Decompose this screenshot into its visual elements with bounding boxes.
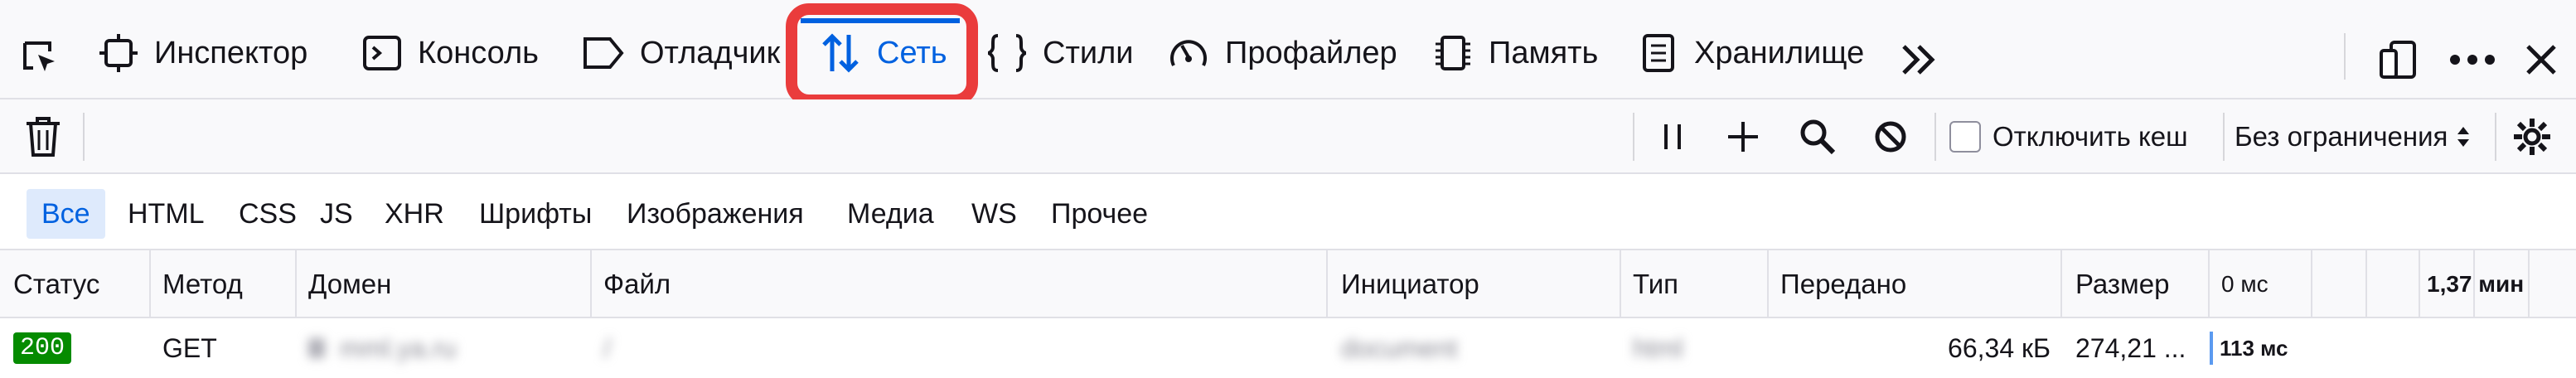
column-initiator[interactable]: Инициатор (1341, 250, 1479, 318)
more-tabs-chevron-icon[interactable] (1896, 36, 1943, 83)
throttling-value: Без ограничения (2235, 121, 2448, 152)
tab-inspector[interactable]: Инспектор (98, 23, 307, 83)
pause-icon[interactable] (1649, 113, 1696, 161)
divider (83, 113, 85, 161)
inspector-icon (99, 34, 138, 72)
tab-label: Стили (1043, 35, 1134, 70)
profiler-icon (1170, 40, 1207, 66)
lock-icon (308, 338, 325, 358)
dropdown-arrows-icon (2457, 127, 2470, 147)
column-file[interactable]: Файл (603, 250, 671, 318)
column-status[interactable]: Статус (13, 250, 99, 318)
filter-ws[interactable]: WS (956, 189, 1032, 239)
more-options-icon[interactable] (2445, 35, 2500, 85)
throttling-select[interactable]: Без ограничения (2235, 116, 2471, 158)
timeline-start-label: 0 мс (2221, 271, 2269, 297)
filter-media[interactable]: Медиа (832, 189, 949, 239)
filter-xhr[interactable]: XHR (370, 189, 459, 239)
tab-memory[interactable]: Память (1432, 23, 1598, 83)
status-cell: 200 (13, 318, 72, 378)
devtools-tab-bar: Инспектор Консоль Отладчик Сеть Стили Пр… (0, 0, 2576, 106)
style-editor-icon (987, 34, 1027, 72)
tab-label: Профайлер (1225, 35, 1397, 70)
console-icon (363, 36, 401, 70)
tab-console[interactable]: Консоль (361, 23, 539, 83)
dock-side-icon[interactable] (2374, 35, 2423, 85)
tab-style-editor[interactable]: Стили (986, 23, 1133, 83)
memory-icon (1436, 36, 1470, 70)
divider (2344, 33, 2346, 80)
tab-profiler[interactable]: Профайлер (1167, 23, 1397, 83)
disable-cache-toggle[interactable]: Отключить кеш (1949, 116, 2188, 158)
tab-debugger[interactable]: Отладчик (582, 23, 780, 83)
timing-label: 113 мс (2220, 335, 2288, 361)
tab-label: Инспектор (154, 35, 308, 70)
method-cell: GET (162, 332, 217, 363)
tab-label: Отладчик (640, 35, 781, 70)
network-tab-highlight (786, 3, 978, 106)
close-icon[interactable] (2516, 35, 2566, 85)
domain-text: mml.ya.ru (340, 332, 457, 363)
column-type[interactable]: Тип (1633, 250, 1678, 318)
divider (2495, 113, 2496, 161)
column-transferred[interactable]: Передано (1780, 250, 1906, 318)
domain-cell: mml.ya.ru (308, 318, 456, 378)
add-request-plus-icon[interactable] (1719, 113, 1767, 161)
disable-cache-label: Отключить кеш (1993, 121, 2188, 152)
column-domain[interactable]: Домен (308, 250, 391, 318)
filter-css[interactable]: CSS (224, 189, 312, 239)
type-cell: html (1633, 332, 1683, 363)
debugger-icon (583, 37, 624, 69)
search-icon[interactable] (1794, 113, 1842, 161)
settings-gear-icon[interactable] (2506, 111, 2558, 162)
file-cell: / (603, 332, 611, 363)
tab-label: Хранилище (1694, 35, 1865, 70)
network-toolbar: Отключить кеш Без ограничения (0, 99, 2576, 254)
tab-label: Память (1489, 35, 1599, 70)
filter-js[interactable]: JS (305, 189, 368, 239)
tab-storage[interactable]: Хранилище (1638, 23, 1864, 83)
filter-fonts[interactable]: Шрифты (464, 189, 607, 239)
filter-images[interactable]: Изображения (612, 189, 819, 239)
filter-all[interactable]: Все (27, 189, 105, 239)
divider (2223, 113, 2225, 161)
timing-bar (2210, 332, 2213, 365)
element-picker-icon[interactable] (15, 33, 66, 85)
divider (1934, 113, 1936, 161)
size-cell: 274,21 ... (2075, 332, 2186, 363)
clear-trash-icon[interactable] (18, 111, 68, 162)
filter-html[interactable]: HTML (113, 189, 220, 239)
column-method[interactable]: Метод (162, 250, 243, 318)
filter-other[interactable]: Прочее (1036, 189, 1163, 239)
status-badge: 200 (13, 332, 72, 364)
storage-icon (1643, 34, 1674, 72)
timeline-end-label: 1,37 мин (2427, 271, 2525, 297)
transferred-cell: 66,34 кБ (1948, 332, 2051, 363)
tab-label: Консоль (418, 35, 539, 70)
block-requests-icon[interactable] (1867, 113, 1915, 161)
disable-cache-checkbox[interactable] (1949, 121, 1981, 153)
column-size[interactable]: Размер (2075, 250, 2169, 318)
initiator-cell: document (1341, 332, 1458, 363)
divider (1633, 113, 1634, 161)
